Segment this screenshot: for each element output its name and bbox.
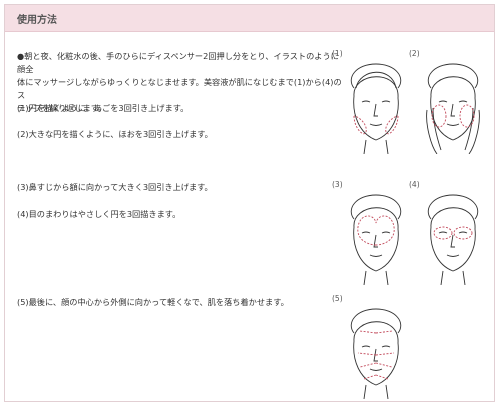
face-illustration-cheek	[426, 63, 480, 154]
figure-label: (4)	[409, 180, 420, 189]
figure-step-5: (5)	[332, 294, 412, 399]
figure-step-3: (3)	[332, 180, 412, 285]
figure-step-1: (1)	[332, 49, 412, 154]
face-illustration-outward	[350, 308, 402, 399]
step-2-text: (2)大きな円を描くように、ほおを3回引き上げます。	[17, 129, 213, 139]
usage-panel: 使用方法 ●朝と夜、化粧水の後、手のひらにディスペンサー2回押し分をとり、イラス…	[4, 4, 495, 402]
face-illustration-jaw	[350, 63, 402, 154]
step-4-text: (4)目のまわりはやさしく円を3回描きます。	[17, 209, 181, 219]
face-illustration-eyes	[427, 194, 479, 285]
step-5-text: (5)最後に、顔の中心から外側に向かって軽くなで、肌を落ち着かせます。	[17, 297, 289, 307]
figure-label: (2)	[409, 49, 420, 58]
figure-step-2: (2)	[409, 49, 489, 154]
figure-label: (5)	[332, 294, 343, 303]
figure-label: (3)	[332, 180, 343, 189]
section-header: 使用方法	[5, 5, 494, 32]
figure-step-4: (4)	[409, 180, 489, 285]
step-1-text: (1)円を描くように、あごを3回引き上げます。	[17, 103, 189, 113]
face-illustration-forehead	[350, 194, 402, 285]
step-3-text: (3)鼻すじから額に向かって大きく3回引き上げます。	[17, 182, 213, 192]
section-title: 使用方法	[17, 15, 57, 26]
figure-label: (1)	[332, 49, 343, 58]
